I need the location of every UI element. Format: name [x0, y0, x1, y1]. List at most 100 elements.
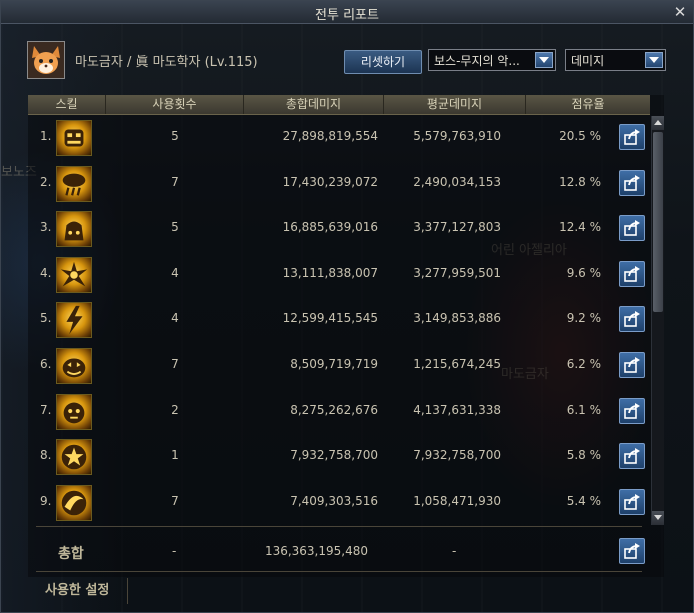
share-icon: [624, 265, 640, 282]
reset-button[interactable]: 리셋하기: [344, 50, 422, 74]
skill-share: 12.4 %: [559, 220, 601, 235]
metric-dropdown-value: 데미지: [571, 54, 605, 68]
table-row: 1. 5 27,898,819,554 5,579,763,910 20.5 %: [28, 115, 650, 160]
divider: [36, 526, 642, 527]
skill-rank: 1.: [40, 129, 52, 143]
skill-avg-damage: 3,377,127,803: [413, 220, 501, 235]
doll-face-icon: [56, 393, 92, 430]
skill-avg-damage: 1,058,471,930: [413, 493, 501, 508]
total-damage-sum: 136,363,195,480: [264, 544, 368, 558]
skill-uses: 7: [171, 357, 179, 371]
skill-share: 5.8 %: [566, 448, 601, 463]
window-title: 전투 리포트: [315, 8, 379, 23]
title-bar: 전투 리포트 ✕: [1, 1, 693, 24]
table-header: 스킬 사용횟수 총합데미지 평균데미지 점유율: [28, 95, 650, 115]
total-label: 총합: [58, 546, 84, 562]
skill-total-damage: 7,932,758,700: [290, 448, 378, 463]
column-header-uses[interactable]: 사용횟수: [105, 95, 243, 114]
table-row: 6. 7 8,509,719,719 1,215,674,245 6.2 %: [28, 343, 650, 388]
column-header-share[interactable]: 점유율: [525, 95, 650, 114]
skill-share: 6.1 %: [566, 402, 601, 417]
share-skill-button[interactable]: [619, 443, 645, 470]
spiky-burst-icon: [56, 256, 92, 293]
skill-total-damage: 8,275,262,676: [290, 402, 378, 417]
share-skill-button[interactable]: [619, 124, 645, 150]
skill-share: 12.8 %: [559, 174, 601, 189]
candy-sack-icon: [56, 211, 92, 248]
share-icon: [624, 129, 640, 145]
combat-report-window: 보노즈 어린 아젤리아 마도금자 전투 리포트 ✕ 마도금자 / 眞 마도학자 …: [0, 0, 694, 613]
table-row: 4. 4 13,111,838,007 3,277,959,501 9.6 %: [28, 252, 650, 297]
skill-avg-damage: 1,215,674,245: [413, 357, 501, 371]
share-skill-button[interactable]: [619, 215, 645, 242]
skill-total-damage: 27,898,819,554: [282, 129, 378, 143]
share-icon: [624, 220, 640, 236]
scroll-thumb[interactable]: [653, 132, 663, 312]
star-orb-icon: [56, 439, 92, 476]
character-name: 마도금자 / 眞 마도학자 (Lv.115): [75, 55, 258, 70]
share-skill-button[interactable]: [619, 260, 645, 287]
skill-share: 9.2 %: [566, 311, 601, 326]
skill-avg-damage: 3,277,959,501: [413, 265, 501, 280]
skill-rank: 3.: [40, 220, 52, 235]
share-skill-button[interactable]: [619, 352, 645, 378]
table-row: 2. 7 17,430,239,072 2,490,034,153 12.8 %: [28, 161, 650, 206]
skill-avg-damage: 3,149,853,886: [413, 311, 501, 326]
share-icon: [624, 311, 640, 328]
table-row: 5. 4 12,599,415,545 3,149,853,886 9.2 %: [28, 297, 650, 342]
report-header: 마도금자 / 眞 마도학자 (Lv.115) 리셋하기 보스-무지의 악... …: [1, 39, 693, 81]
skill-share: 20.5 %: [559, 129, 601, 143]
total-average: -: [452, 544, 457, 558]
skill-uses: 4: [171, 265, 179, 280]
share-icon: [624, 402, 640, 419]
metric-dropdown[interactable]: 데미지: [565, 49, 666, 71]
skill-avg-damage: 7,932,758,700: [413, 448, 501, 463]
share-icon: [624, 357, 640, 373]
share-icon: [624, 493, 640, 510]
lightning-strike-icon: [56, 302, 92, 339]
boss-dropdown[interactable]: 보스-무지의 악...: [428, 49, 556, 71]
share-total-button[interactable]: [619, 538, 645, 564]
share-skill-button[interactable]: [619, 169, 645, 196]
skill-damage-table: 스킬 사용횟수 총합데미지 평균데미지 점유율 1. 5 27,898,819,…: [28, 95, 664, 577]
skill-uses: 5: [171, 129, 179, 143]
table-scrollbar[interactable]: [651, 116, 664, 525]
column-header-total-damage[interactable]: 총합데미지: [243, 95, 383, 114]
skill-avg-damage: 4,137,631,338: [413, 402, 501, 417]
tab-used-settings[interactable]: 사용한 설정: [37, 578, 128, 604]
skill-share: 5.4 %: [566, 493, 601, 508]
table-row: 9. 7 7,409,303,516 1,058,471,930 5.4 %: [28, 480, 650, 525]
share-icon: [624, 543, 640, 559]
skill-total-damage: 12,599,415,545: [282, 311, 378, 326]
skill-total-damage: 17,430,239,072: [282, 174, 378, 189]
jack-o-lantern-icon: [56, 348, 92, 384]
table-row: 7. 2 8,275,262,676 4,137,631,338 6.1 %: [28, 389, 650, 434]
chevron-down-icon[interactable]: [535, 52, 553, 68]
pumpkin-face-icon: [56, 120, 92, 156]
skill-uses: 1: [171, 448, 179, 463]
skill-uses: 5: [171, 220, 179, 235]
chevron-down-icon[interactable]: [645, 52, 663, 68]
close-icon[interactable]: ✕: [671, 3, 689, 21]
skill-uses: 4: [171, 311, 179, 326]
column-header-skill[interactable]: 스킬: [28, 95, 105, 114]
skill-share: 9.6 %: [566, 265, 601, 280]
share-skill-button[interactable]: [619, 397, 645, 424]
scroll-up-icon[interactable]: [652, 116, 664, 130]
skill-avg-damage: 2,490,034,153: [413, 174, 501, 189]
skill-rows: 1. 5 27,898,819,554 5,579,763,910 20.5 %…: [28, 115, 650, 527]
skill-uses: 7: [171, 493, 179, 508]
skill-uses: 2: [171, 402, 179, 417]
skill-rank: 7.: [40, 402, 52, 417]
share-skill-button[interactable]: [619, 306, 645, 333]
table-row: 8. 1 7,932,758,700 7,932,758,700 5.8 %: [28, 434, 650, 479]
share-skill-button[interactable]: [619, 488, 645, 515]
skill-total-damage: 8,509,719,719: [290, 357, 378, 371]
skill-total-damage: 16,885,639,016: [282, 220, 378, 235]
column-header-avg-damage[interactable]: 평균데미지: [383, 95, 525, 114]
share-icon: [624, 174, 640, 191]
swirl-orb-icon: [56, 484, 92, 521]
skill-total-damage: 13,111,838,007: [282, 265, 378, 280]
scroll-down-icon[interactable]: [652, 511, 664, 525]
skill-rank: 5.: [40, 311, 52, 326]
